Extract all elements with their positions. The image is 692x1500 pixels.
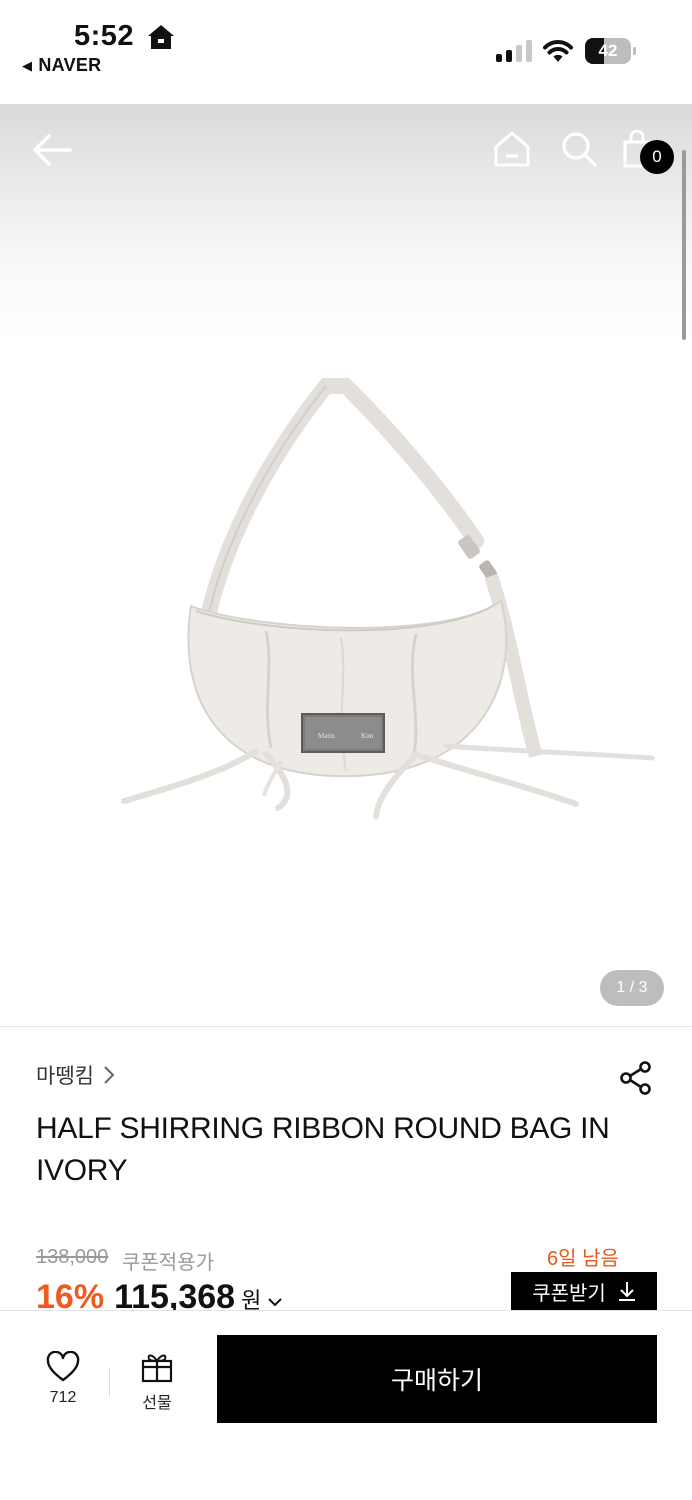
section-divider [0, 1026, 692, 1027]
cellular-signal-icon [496, 40, 532, 62]
back-arrow-icon[interactable] [32, 132, 72, 168]
battery-body: 42 [585, 38, 631, 64]
wifi-icon [543, 40, 573, 62]
coupon-price-note: 쿠폰적용가 [122, 1252, 214, 1274]
buy-button[interactable]: 구매하기 [217, 1335, 657, 1423]
image-page-indicator: 1 / 3 [600, 970, 664, 1006]
scrollbar-thumb[interactable] [682, 150, 686, 340]
gift-button[interactable]: 선물 [124, 1351, 190, 1417]
like-button[interactable]: 712 [30, 1351, 96, 1417]
chevron-right-icon [104, 1066, 115, 1084]
heart-icon [46, 1351, 80, 1382]
brand-name: 마뗑킴 [36, 1065, 94, 1088]
product-image: Matin Kim [121, 378, 655, 819]
back-app-label: NAVER [38, 55, 102, 75]
product-title: HALF SHIRRING RIBBON ROUND BAG IN IVORY [36, 1112, 610, 1187]
original-price: 138,000 [36, 1246, 109, 1268]
like-count: 712 [49, 1389, 77, 1406]
status-bar: 5:52 ◀ NAVER 42 [0, 0, 692, 104]
status-time: 5:52 [74, 20, 135, 52]
battery-nub [633, 47, 636, 55]
home-icon[interactable] [493, 130, 531, 168]
plate-text-left: Matin [318, 732, 335, 740]
bottom-action-bar: 712 선물 구매하기 [0, 1310, 692, 1500]
chevron-down-icon[interactable] [267, 1296, 283, 1308]
plate-text-right: Kim [361, 732, 374, 740]
share-icon[interactable] [618, 1060, 654, 1096]
bottom-divider [109, 1367, 110, 1397]
cart-count-badge: 0 [640, 140, 674, 174]
coupon-button-label: 쿠폰받기 [532, 1282, 606, 1305]
gift-icon [141, 1354, 173, 1383]
product-image-gallery[interactable]: Matin Kim 1 / 3 [0, 104, 692, 1026]
home-status-icon [148, 25, 174, 49]
battery-icon: 42 [585, 38, 636, 64]
download-icon [618, 1282, 635, 1301]
get-coupon-button[interactable]: 쿠폰받기 [511, 1272, 657, 1310]
back-to-app-link[interactable]: ◀ NAVER [22, 55, 102, 76]
gift-label: 선물 [142, 1395, 172, 1412]
back-triangle-icon: ◀ [22, 58, 33, 73]
battery-level: 42 [598, 41, 618, 60]
coupon-days-left: 6일 남음 [547, 1248, 619, 1270]
brand-link[interactable]: 마뗑킴 [36, 1060, 116, 1090]
search-icon[interactable] [560, 130, 598, 168]
